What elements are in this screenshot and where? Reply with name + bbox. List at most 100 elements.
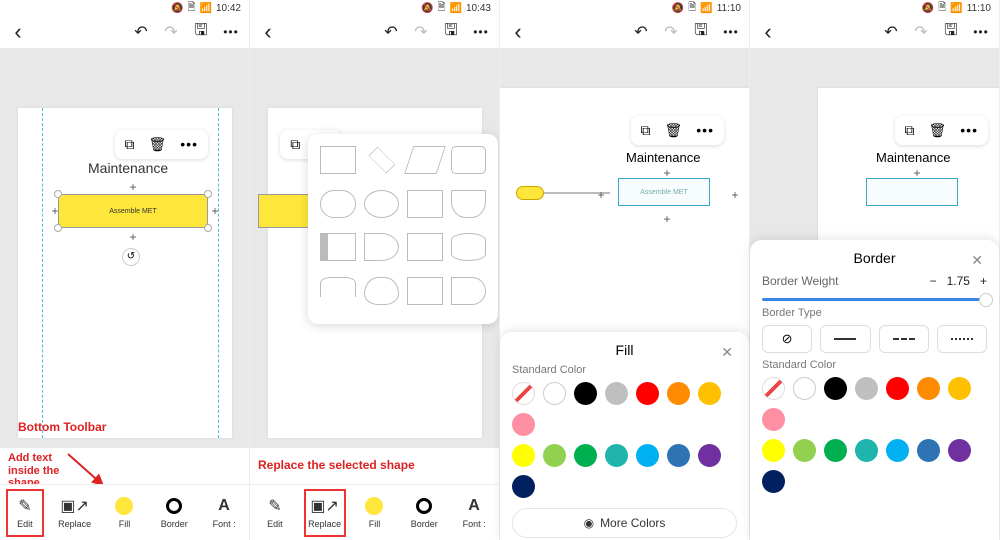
back-button[interactable]: ‹ — [10, 24, 26, 40]
shape-diamond[interactable] — [368, 147, 394, 173]
color-swatch[interactable] — [667, 444, 690, 467]
more-button[interactable]: ••• — [973, 24, 989, 40]
color-swatch[interactable] — [886, 377, 909, 400]
replace-button[interactable]: ▣↗ Replace — [50, 485, 100, 540]
color-swatch[interactable] — [574, 382, 597, 405]
color-swatch[interactable] — [605, 444, 628, 467]
copy-icon[interactable]: ⧉ — [290, 136, 300, 153]
copy-icon[interactable]: ⧉ — [641, 122, 651, 139]
border-type-solid[interactable] — [820, 325, 870, 353]
color-swatch[interactable] — [667, 382, 690, 405]
color-swatch[interactable] — [948, 377, 971, 400]
color-swatch[interactable] — [948, 439, 971, 462]
color-swatch[interactable] — [512, 413, 535, 436]
trash-icon[interactable]: 🗑 — [149, 136, 167, 153]
color-swatch[interactable] — [917, 377, 940, 400]
color-swatch[interactable] — [698, 382, 721, 405]
font-button[interactable]: A Font : — [199, 485, 249, 540]
back-button[interactable]: ‹ — [510, 24, 526, 40]
canvas-area[interactable]: ⧉ 🗑 ••• Maintenance + Assemble MET + + +… — [0, 48, 249, 448]
color-swatch[interactable] — [543, 382, 566, 405]
redo-button[interactable]: ↷ — [663, 24, 679, 40]
shape-callout[interactable] — [407, 190, 443, 218]
fill-button[interactable]: Fill — [100, 485, 150, 540]
copy-icon[interactable]: ⧉ — [905, 122, 915, 139]
trash-icon[interactable]: 🗑 — [665, 122, 683, 139]
copy-icon[interactable]: ⧉ — [125, 136, 135, 153]
add-left-handle[interactable]: + — [48, 204, 62, 218]
shape-card[interactable] — [407, 233, 443, 261]
color-swatch[interactable] — [886, 439, 909, 462]
plus-button[interactable]: + — [980, 274, 987, 288]
shape-rectangle[interactable] — [320, 146, 356, 174]
shape-terminator[interactable] — [320, 190, 356, 218]
color-swatch[interactable] — [636, 382, 659, 405]
shape-direct-data[interactable] — [451, 277, 487, 305]
add-top-handle[interactable]: + — [126, 180, 140, 194]
border-button[interactable]: Border — [399, 485, 449, 540]
color-swatch[interactable] — [762, 470, 785, 493]
border-type-none[interactable]: ⊘ — [762, 325, 812, 353]
shape-wave[interactable] — [364, 277, 400, 305]
color-swatch[interactable] — [512, 475, 535, 498]
border-type-dash[interactable] — [879, 325, 929, 353]
color-swatch[interactable] — [855, 377, 878, 400]
save-button[interactable]: 🖫 — [943, 24, 959, 40]
minus-button[interactable]: − — [930, 274, 937, 288]
shape-tab[interactable] — [320, 277, 356, 297]
save-button[interactable]: 🖫 — [443, 24, 459, 40]
redo-button[interactable]: ↷ — [163, 24, 179, 40]
color-swatch[interactable] — [855, 439, 878, 462]
shape-document[interactable] — [451, 190, 487, 218]
add-bottom-handle[interactable]: + — [126, 230, 140, 244]
color-swatch[interactable] — [698, 444, 721, 467]
border-weight-slider[interactable] — [762, 298, 987, 301]
font-button[interactable]: AFont : — [449, 485, 499, 540]
more-icon[interactable]: ••• — [180, 136, 198, 153]
color-swatch[interactable] — [793, 377, 816, 400]
color-swatch[interactable] — [762, 377, 785, 400]
reset-handle[interactable]: ↺ — [122, 248, 140, 266]
redo-button[interactable]: ↷ — [913, 24, 929, 40]
color-swatch[interactable] — [917, 439, 940, 462]
color-swatch[interactable] — [636, 444, 659, 467]
border-button[interactable]: Border — [149, 485, 199, 540]
back-button[interactable]: ‹ — [260, 24, 276, 40]
save-button[interactable]: 🖫 — [693, 24, 709, 40]
undo-button[interactable]: ↶ — [633, 24, 649, 40]
more-button[interactable]: ••• — [723, 24, 739, 40]
add-right-handle[interactable]: + — [208, 204, 222, 218]
trash-icon[interactable]: 🗑 — [929, 122, 947, 139]
edit-button[interactable]: ✎ Edit — [0, 485, 50, 540]
shape-rounded-rect[interactable] — [451, 146, 487, 174]
color-swatch[interactable] — [512, 382, 535, 405]
replace-button[interactable]: ▣↗Replace — [300, 485, 350, 540]
more-button[interactable]: ••• — [473, 24, 489, 40]
close-icon[interactable]: ✕ — [721, 344, 733, 361]
color-swatch[interactable] — [543, 444, 566, 467]
color-swatch[interactable] — [762, 408, 785, 431]
shape-parallelogram[interactable] — [404, 146, 445, 174]
shape-ellipse[interactable] — [364, 190, 400, 218]
save-button[interactable]: 🖫 — [193, 24, 209, 40]
border-type-dots[interactable] — [937, 325, 987, 353]
color-swatch[interactable] — [512, 444, 535, 467]
color-swatch[interactable] — [824, 377, 847, 400]
shape-predefined[interactable] — [320, 233, 356, 261]
color-swatch[interactable] — [824, 439, 847, 462]
undo-button[interactable]: ↶ — [383, 24, 399, 40]
shape-terminator[interactable] — [516, 186, 544, 200]
color-swatch[interactable] — [793, 439, 816, 462]
color-swatch[interactable] — [574, 444, 597, 467]
close-icon[interactable]: ✕ — [971, 252, 983, 269]
selected-shape[interactable] — [866, 178, 958, 206]
shape-delay[interactable] — [364, 233, 400, 261]
more-colors-button[interactable]: ◉ More Colors — [512, 508, 737, 538]
more-button[interactable]: ••• — [223, 24, 239, 40]
more-icon[interactable]: ••• — [696, 122, 714, 139]
color-swatch[interactable] — [762, 439, 785, 462]
color-swatch[interactable] — [605, 382, 628, 405]
more-icon[interactable]: ••• — [960, 122, 978, 139]
back-button[interactable]: ‹ — [760, 24, 776, 40]
edit-button[interactable]: ✎Edit — [250, 485, 300, 540]
